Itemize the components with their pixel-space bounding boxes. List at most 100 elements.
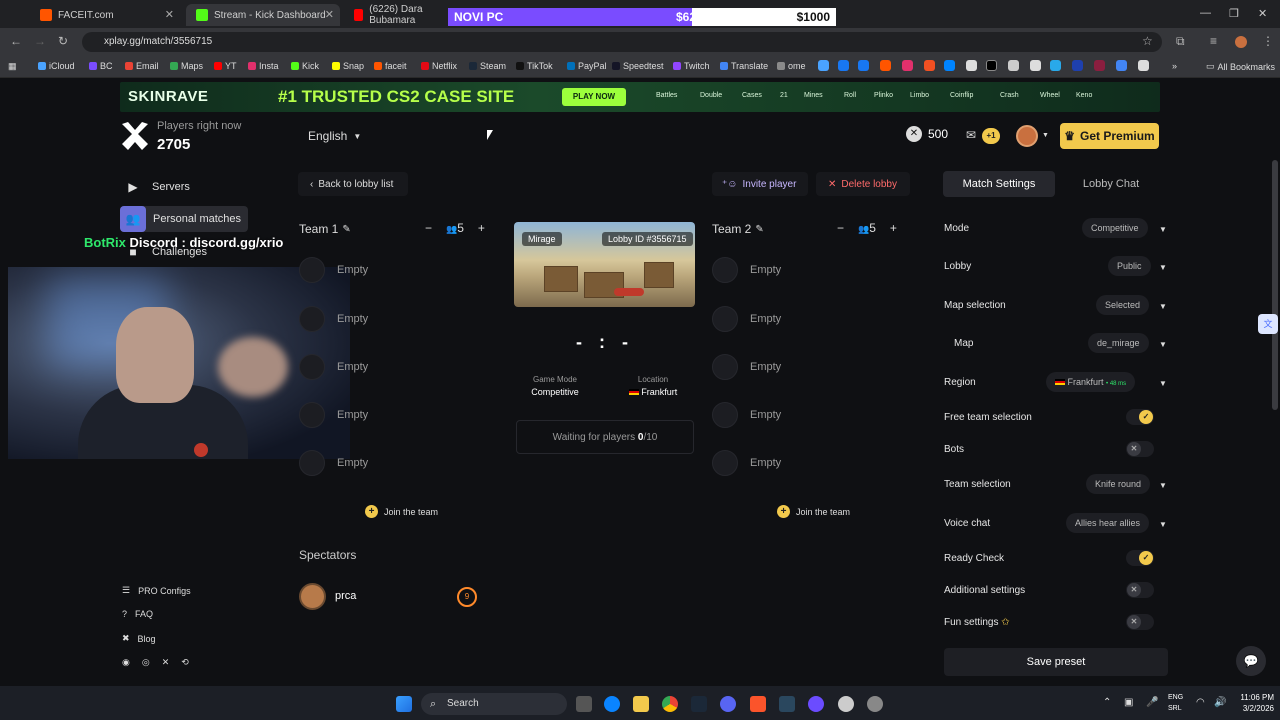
github-icon[interactable] [966, 60, 977, 71]
bookmark-icon[interactable] [1072, 60, 1083, 71]
bookmark-netflix[interactable]: Netflix [421, 61, 457, 71]
x-icon[interactable] [986, 60, 997, 71]
bookmark-ome[interactable]: ome [777, 61, 806, 71]
instagram-icon[interactable]: ◎ [142, 657, 150, 668]
microphone-icon[interactable]: 🎤 [1146, 697, 1158, 708]
input-language[interactable]: ENG SRL [1168, 692, 1183, 714]
task-view-icon[interactable] [576, 696, 592, 712]
chevron-down-icon[interactable]: ▼ [1159, 340, 1167, 349]
team2-slot[interactable]: Empty [712, 450, 781, 476]
plus-button[interactable]: + [478, 221, 485, 235]
close-window-icon[interactable]: ✕ [1258, 7, 1267, 20]
steam-icon[interactable]: ⟲ [181, 657, 189, 668]
bookmark-icon[interactable] [880, 60, 891, 71]
profile-avatar[interactable] [1235, 36, 1247, 48]
chevron-down-icon[interactable]: ▼ [1042, 132, 1049, 139]
get-premium-button[interactable]: ♛ Get Premium [1060, 123, 1159, 149]
taskbar-search[interactable]: Search [421, 693, 567, 715]
team1-slot[interactable]: Empty [299, 354, 368, 380]
chevron-down-icon[interactable]: ▼ [1159, 379, 1167, 388]
bookmark-twitch[interactable]: Twitch [673, 61, 710, 71]
tray-app-icon[interactable]: ▣ [1124, 697, 1133, 708]
obs-icon[interactable] [838, 696, 854, 712]
file-explorer-icon[interactable] [633, 696, 649, 712]
bookmark-icon[interactable] [1116, 60, 1127, 71]
map-select[interactable]: de_mirage [1088, 333, 1149, 353]
bookmark-kick[interactable]: Kick [291, 61, 319, 71]
bookmark-icon[interactable] [1030, 60, 1041, 71]
steam-icon[interactable] [779, 696, 795, 712]
bookmark-icon[interactable] [1050, 60, 1061, 71]
back-arrow-icon[interactable]: ← [10, 34, 22, 48]
translate-icon[interactable]: 文 [1258, 314, 1278, 334]
ready-check-toggle[interactable]: ✓ [1126, 550, 1154, 566]
avatar[interactable] [299, 583, 326, 610]
chrome-icon[interactable] [662, 696, 678, 712]
sidebar-faq[interactable]: ? FAQ [122, 609, 153, 619]
system-clock[interactable]: 11:06 PM 3/2/2026 [1232, 692, 1274, 714]
chevron-right-icon[interactable]: » [1172, 61, 1177, 71]
wifi-icon[interactable]: ◠ [1196, 697, 1205, 708]
support-chat-icon[interactable]: 💬 [1236, 646, 1266, 676]
extensions-icon[interactable]: ⧉ [1176, 34, 1185, 49]
bookmark-icon[interactable] [944, 60, 955, 71]
tab-kick-dashboard[interactable]: Stream - Kick Dashboard ✕ [186, 4, 340, 26]
bookmark-icon[interactable] [1008, 60, 1019, 71]
bookmark-steam[interactable]: Steam [469, 61, 506, 71]
bookmark-icon[interactable] [1138, 60, 1149, 71]
bookmark-bc[interactable]: BC [89, 61, 113, 71]
region-select[interactable]: Frankfurt • 48 ms [1046, 372, 1136, 392]
apps-grid-icon[interactable]: ▦ [8, 61, 17, 72]
ad-banner[interactable]: SKINRAVE #1 TRUSTED CS2 CASE SITE PLAY N… [120, 82, 1160, 112]
chevron-down-icon[interactable]: ▼ [1159, 263, 1167, 272]
reload-icon[interactable]: ↻ [58, 34, 68, 48]
chevron-down-icon[interactable]: ▼ [1159, 225, 1167, 234]
team1-slot[interactable]: Empty [299, 450, 368, 476]
bookmark-insta[interactable]: Insta [248, 61, 279, 71]
app-icon[interactable] [808, 696, 824, 712]
brave-icon[interactable] [750, 696, 766, 712]
discord-icon[interactable] [720, 696, 736, 712]
sidebar-pro-configs[interactable]: ☰ PRO Configs [122, 585, 191, 596]
address-bar[interactable]: xplay.gg/match/3556715 [82, 32, 1162, 52]
language-select[interactable]: English ▼ [298, 124, 366, 148]
user-avatar[interactable] [1016, 125, 1038, 147]
plus-button[interactable]: + [890, 221, 897, 235]
banner-play-button[interactable]: PLAY NOW [562, 88, 626, 106]
bookmark-paypal[interactable]: PayPal [567, 61, 607, 71]
free-team-selection-toggle[interactable]: ✓ [1126, 409, 1154, 425]
team2-slot[interactable]: Empty [712, 257, 781, 283]
tab-faceit[interactable]: FACEIT.com ✕ [30, 4, 180, 26]
bookmark-icon[interactable] [858, 60, 869, 71]
mail-icon[interactable]: ✉ [966, 128, 976, 142]
bookmark-icon[interactable] [838, 60, 849, 71]
tab-lobby-chat[interactable]: Lobby Chat [1058, 171, 1164, 197]
lobby-select[interactable]: Public [1108, 256, 1151, 276]
team2-slot[interactable]: Empty [712, 306, 781, 332]
pencil-icon[interactable]: ✎ [755, 224, 763, 235]
bookmark-speedtest[interactable]: Speedtest [612, 61, 664, 71]
chevron-up-icon[interactable]: ⌃ [1103, 697, 1111, 708]
mode-select[interactable]: Competitive [1082, 218, 1148, 238]
chevron-down-icon[interactable]: ▼ [1159, 481, 1167, 490]
bookmark-star-icon[interactable]: ☆ [1142, 34, 1153, 48]
bookmark-snap[interactable]: Snap [332, 61, 364, 71]
bookmark-icon[interactable] [818, 60, 829, 71]
tab-youtube[interactable]: (6226) Dara Bubamara [344, 4, 448, 26]
bookmark-icon[interactable] [1094, 60, 1105, 71]
bookmark-icloud[interactable]: iCloud [38, 61, 75, 71]
sidebar-item-personal-matches[interactable]: 👥 Personal matches [120, 206, 248, 232]
discord-icon[interactable]: ◉ [122, 657, 130, 668]
bookmark-translate[interactable]: Translate [720, 61, 768, 71]
chevron-down-icon[interactable]: ▼ [1159, 520, 1167, 529]
chevron-down-icon[interactable]: ▼ [1159, 302, 1167, 311]
bots-toggle[interactable]: ✕ [1126, 441, 1154, 457]
scrollbar[interactable] [1272, 160, 1278, 410]
save-preset-button[interactable]: Save preset [944, 648, 1168, 676]
delete-lobby-button[interactable]: ✕ Delete lobby [816, 172, 910, 196]
close-tab-icon[interactable]: ✕ [165, 8, 174, 21]
menu-dots-icon[interactable]: ⋮ [1262, 34, 1274, 48]
team-selection-select[interactable]: Knife round [1086, 474, 1151, 494]
bookmark-tiktok[interactable]: TikTok [516, 61, 553, 71]
minus-button[interactable]: − [425, 221, 432, 235]
